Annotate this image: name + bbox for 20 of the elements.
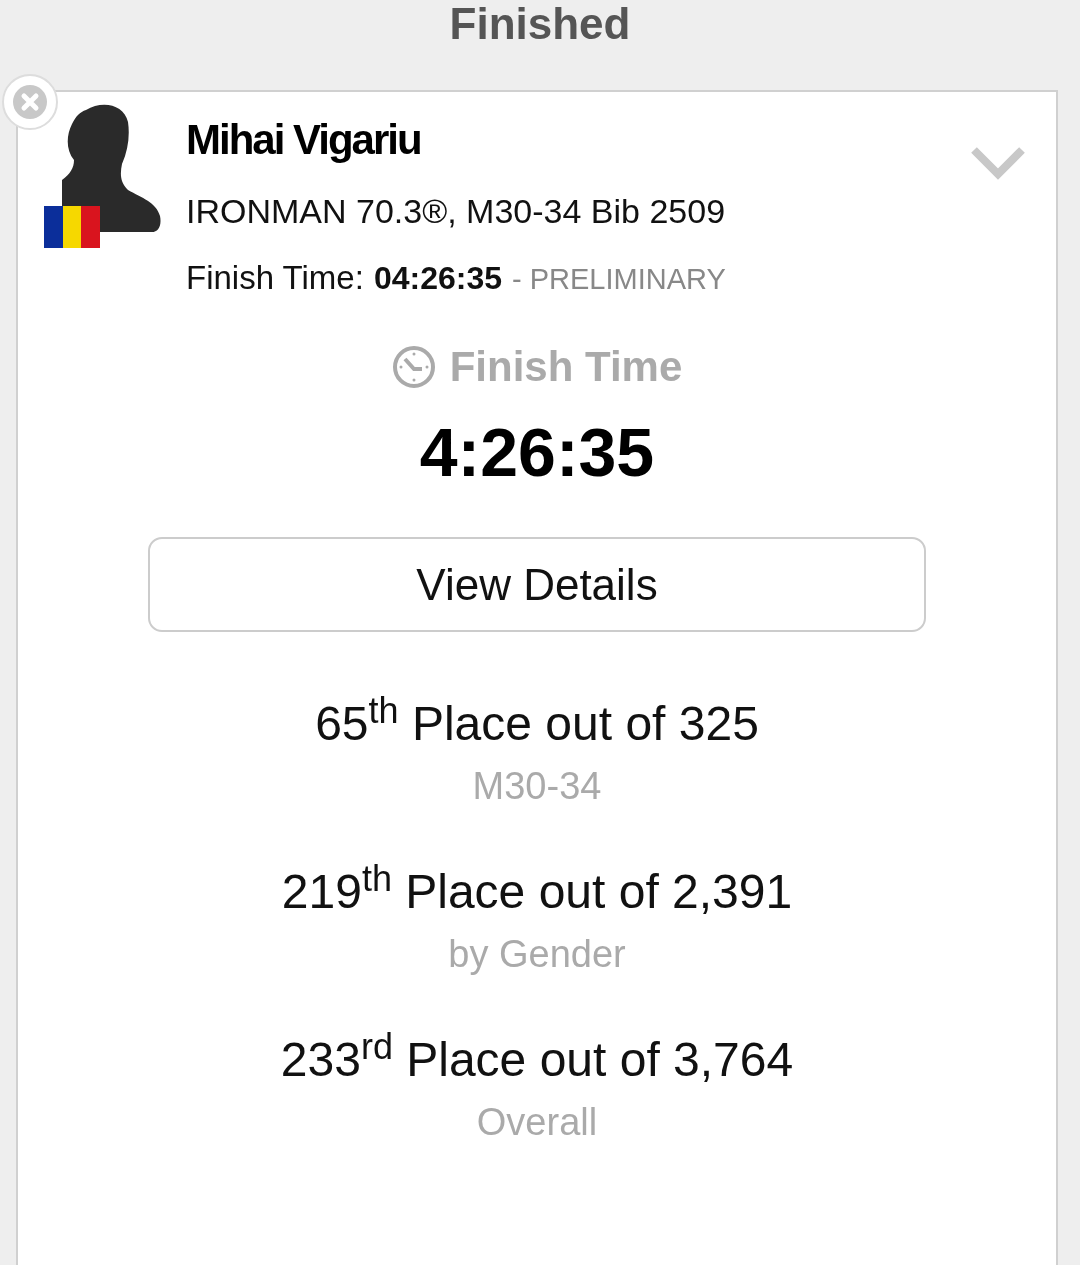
finish-time-value: 04:26:35: [373, 260, 502, 297]
view-details-button[interactable]: View Details: [148, 537, 926, 632]
page-title: Finished: [448, 0, 632, 50]
ranking-category: Overall: [476, 1101, 598, 1144]
ranking-category: by Gender: [448, 933, 626, 976]
finish-time-label: Finish Time:: [186, 259, 364, 297]
flag-icon: [44, 206, 100, 248]
finish-time-heading: Finish Time: [449, 343, 683, 391]
placement-text: 233$^{rd}$ Place out of 3,764: [280, 1032, 794, 1087]
close-button[interactable]: [2, 74, 58, 130]
placement-text: 219$^{th}$ Place out of 2,391: [281, 864, 793, 919]
ranking-category: M30-34: [472, 765, 602, 808]
close-icon: [12, 84, 48, 120]
finish-status: - PRELIMINARY: [511, 263, 726, 296]
placement-text: 65$^{th}$ Place out of 325: [315, 696, 759, 751]
athlete-name: Mihai Vigariu: [186, 116, 422, 164]
race-info: IRONMAN 70.3®, M30-34 Bib 2509: [186, 192, 726, 231]
finish-time: 4:26:35: [419, 413, 655, 491]
chevron-down-icon[interactable]: [970, 144, 1026, 180]
clock-icon: [391, 345, 436, 389]
